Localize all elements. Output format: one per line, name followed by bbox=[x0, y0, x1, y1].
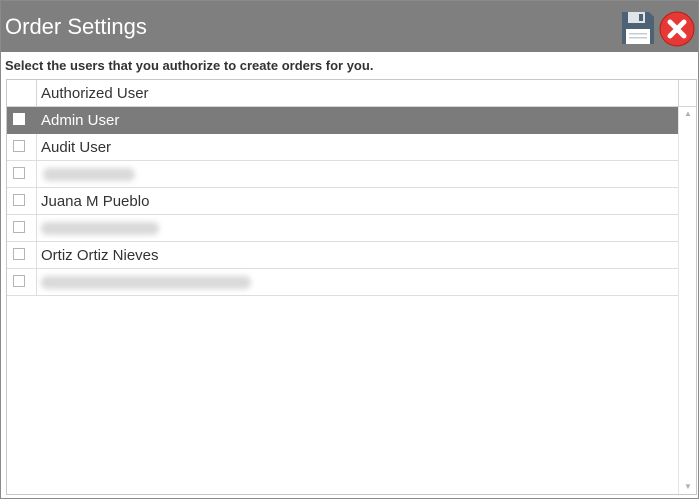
scroll-up-arrow-icon[interactable]: ▲ bbox=[679, 107, 696, 121]
row-checkbox[interactable] bbox=[13, 248, 25, 260]
redacted-name bbox=[41, 222, 159, 235]
user-name: Juana M Pueblo bbox=[41, 193, 150, 210]
authorized-users-grid: Authorized User Admin User Audit User Ju… bbox=[6, 79, 697, 495]
row-checkbox[interactable] bbox=[13, 275, 25, 287]
save-button[interactable] bbox=[620, 10, 656, 46]
cell-divider bbox=[36, 215, 37, 241]
cell-divider bbox=[36, 161, 37, 187]
scroll-down-arrow-icon[interactable]: ▼ bbox=[679, 480, 696, 494]
floppy-disk-icon bbox=[622, 12, 654, 44]
title-bar: Order Settings bbox=[1, 1, 698, 52]
window-title: Order Settings bbox=[5, 14, 147, 39]
cell-divider bbox=[36, 107, 37, 133]
column-header-authorized-user[interactable]: Authorized User bbox=[41, 85, 149, 102]
table-row[interactable]: Audit User bbox=[7, 134, 678, 161]
row-checkbox[interactable] bbox=[13, 140, 25, 152]
instructions-text: Select the users that you authorize to c… bbox=[5, 58, 374, 73]
redacted-name bbox=[41, 276, 251, 289]
close-x-icon bbox=[659, 11, 695, 47]
row-checkbox[interactable] bbox=[13, 194, 25, 206]
user-name: Admin User bbox=[41, 112, 120, 129]
cell-divider bbox=[36, 134, 37, 160]
user-name: Ortiz Ortiz Nieves bbox=[41, 247, 159, 264]
grid-header: Authorized User bbox=[7, 80, 678, 107]
table-row[interactable]: Admin User bbox=[7, 107, 678, 134]
grid-rows: Admin User Audit User Juana M Pueblo Ort… bbox=[7, 107, 678, 296]
table-row[interactable] bbox=[7, 215, 678, 242]
user-name: Audit User bbox=[41, 139, 112, 156]
table-row[interactable] bbox=[7, 269, 678, 296]
header-corner bbox=[678, 80, 696, 107]
close-button[interactable] bbox=[659, 11, 695, 47]
redacted-name bbox=[43, 168, 135, 181]
row-checkbox[interactable] bbox=[13, 221, 25, 233]
order-settings-window: Order Settings Select the users that you… bbox=[0, 0, 699, 499]
vertical-scrollbar[interactable]: ▲ ▼ bbox=[678, 107, 696, 494]
table-row[interactable]: Juana M Pueblo bbox=[7, 188, 678, 215]
header-checkbox-column bbox=[7, 80, 37, 106]
row-checkbox[interactable] bbox=[13, 167, 25, 179]
table-row[interactable] bbox=[7, 161, 678, 188]
cell-divider bbox=[36, 242, 37, 268]
cell-divider bbox=[36, 188, 37, 214]
row-checkbox[interactable] bbox=[13, 113, 25, 125]
cell-divider bbox=[36, 269, 37, 295]
table-row[interactable]: Ortiz Ortiz Nieves bbox=[7, 242, 678, 269]
